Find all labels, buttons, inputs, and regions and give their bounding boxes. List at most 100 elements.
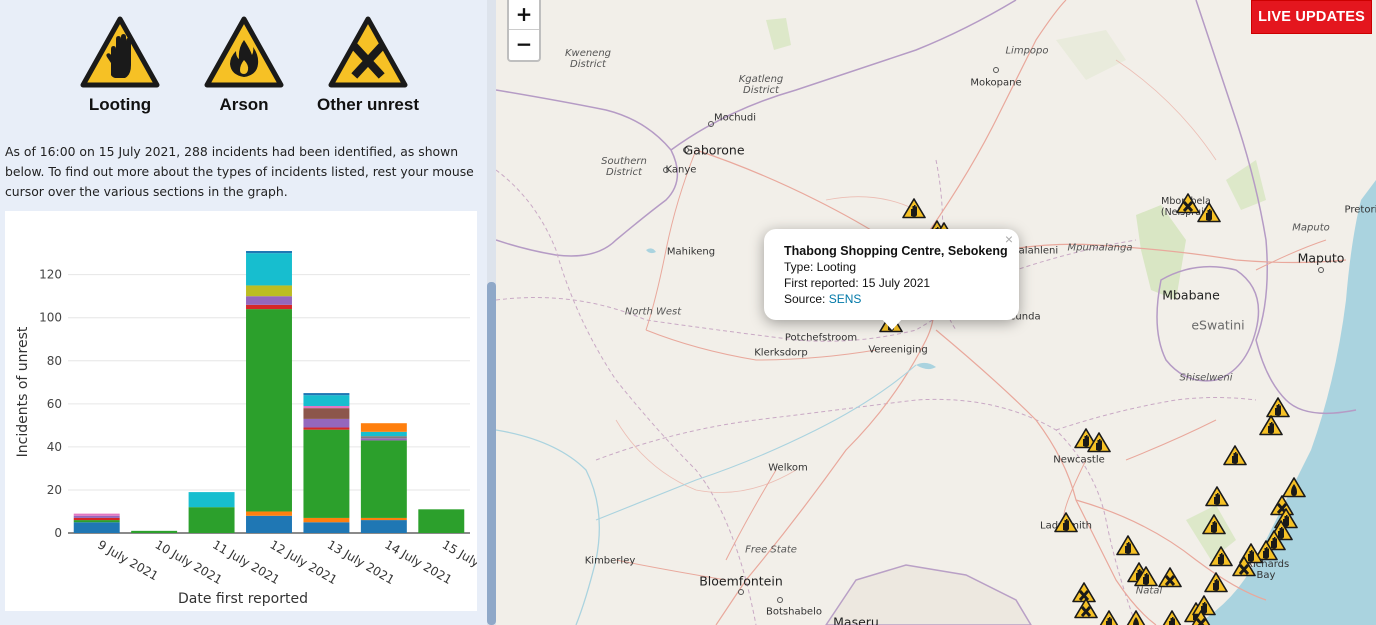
bar-segment[interactable]: [188, 507, 235, 533]
bar-segment[interactable]: [303, 429, 350, 518]
map-label-mahikeng: Mahikeng: [666, 246, 716, 258]
bar-segment[interactable]: [246, 251, 292, 254]
legend-label: Other unrest: [316, 95, 420, 114]
looting-marker-icon[interactable]: [1197, 201, 1221, 228]
map-label-limpopo: Limpopo: [1005, 45, 1049, 57]
map-label-eswatini: eSwatini: [1191, 317, 1245, 333]
bar-segment[interactable]: [131, 530, 178, 533]
map-label-mokopane: Mokopane: [970, 77, 1022, 89]
y-tick-label: 20: [47, 483, 62, 497]
legend-label: Looting: [88, 95, 152, 114]
bar-segment[interactable]: [73, 522, 120, 533]
x-tick-label: 9 July 2021: [95, 537, 160, 583]
live-updates-button[interactable]: LIVE UPDATES: [1251, 0, 1372, 34]
bar-segment[interactable]: [360, 431, 407, 437]
y-tick-label: 80: [47, 354, 62, 368]
map-label-kanye: Kanye: [665, 164, 697, 176]
bar-segment[interactable]: [303, 427, 350, 430]
y-tick-label: 60: [47, 397, 62, 411]
map-label-kimberley: Kimberley: [584, 555, 636, 567]
looting-marker-icon[interactable]: [1259, 414, 1283, 441]
y-tick-label: 120: [39, 268, 62, 282]
bar-segment[interactable]: [188, 492, 235, 508]
bar-segment[interactable]: [360, 438, 407, 441]
incident-bar-chart[interactable]: 0 20 40 60 80 100 120 9 July 2021 10 July 2021 11…: [5, 211, 477, 611]
map-label-vereeniging: Vereeniging: [868, 344, 928, 356]
zoom-in-button[interactable]: +: [509, 0, 539, 29]
map-label-mpumalanga: Mpumalanga: [1067, 242, 1133, 254]
bar-segment[interactable]: [73, 517, 120, 521]
looting-marker-icon[interactable]: [1202, 513, 1226, 540]
bar-segment[interactable]: [303, 405, 350, 409]
map-label-maputo-province: Maputo: [1292, 222, 1330, 234]
bar-segment[interactable]: [360, 436, 407, 439]
popup-title: Thabong Shopping Centre, Sebokeng: [784, 244, 1008, 258]
bar-segment[interactable]: [360, 423, 407, 432]
map-label-kgatleng-district: Kgatleng District: [738, 74, 784, 96]
looting-marker-icon[interactable]: [1134, 565, 1158, 592]
map-label-mbabane: Mbabane: [1162, 287, 1220, 303]
looting-marker-icon[interactable]: [1116, 534, 1140, 561]
bar-segment[interactable]: [303, 393, 350, 396]
map-label-maseru: Maseru: [833, 614, 879, 625]
bar-segment[interactable]: [246, 296, 292, 305]
y-axis-title: Incidents of unrest: [15, 326, 31, 457]
other-unrest-marker-icon[interactable]: [1189, 609, 1213, 625]
incident-popup: × Thabong Shopping Centre, Sebokeng Type…: [764, 229, 1019, 330]
bar-segment[interactable]: [303, 418, 350, 428]
other-unrest-marker-icon[interactable]: [1232, 555, 1256, 582]
looting-marker-icon[interactable]: [1054, 511, 1078, 538]
looting-marker-icon[interactable]: [1160, 609, 1184, 625]
bar-segment[interactable]: [360, 440, 407, 518]
legend-other-unrest: Other unrest: [313, 15, 423, 115]
map-label-bloemfontein: Bloemfontein: [699, 573, 783, 589]
map-label-free-state: Free State: [745, 544, 797, 556]
zoom-control: + −: [507, 0, 541, 62]
bar-segment[interactable]: [73, 513, 120, 516]
map-label-botshabelo: Botshabelo: [766, 606, 822, 618]
bar-segment[interactable]: [360, 520, 407, 533]
legend-looting: Looting: [65, 15, 175, 115]
bar-segment[interactable]: [246, 309, 292, 512]
zoom-out-button[interactable]: −: [509, 29, 539, 59]
popup-tip: [881, 318, 903, 330]
bar-segment[interactable]: [73, 515, 120, 518]
bar-segment[interactable]: [418, 509, 465, 533]
other-unrest-marker-icon[interactable]: [1158, 566, 1182, 593]
map-label-klerksdorp: Klerksdorp: [754, 347, 808, 359]
map-label-pretoria: Pretoria: [1344, 204, 1376, 216]
looting-marker-icon[interactable]: [1223, 444, 1247, 471]
y-tick-label: 0: [54, 526, 62, 540]
bar-segment[interactable]: [246, 285, 292, 297]
map-label-kweneng-district: Kweneng District: [564, 48, 612, 70]
bar-segment[interactable]: [303, 522, 350, 533]
panel-scrollbar-thumb[interactable]: [487, 282, 496, 625]
bar-segment[interactable]: [303, 517, 350, 523]
incident-map[interactable]: Gaborone Mochudi Kanye Mahikeng Mokopane…: [496, 0, 1376, 625]
popup-type: Type: Looting: [784, 260, 857, 274]
bar-segment[interactable]: [303, 408, 350, 419]
looting-marker-icon[interactable]: [1087, 431, 1111, 458]
bar-segment[interactable]: [246, 515, 292, 533]
looting-marker-icon[interactable]: [1209, 545, 1233, 572]
cross-icon: [328, 16, 408, 88]
popup-source-link[interactable]: SENS: [829, 292, 862, 306]
bar-segment[interactable]: [246, 253, 292, 286]
popup-reported: First reported: 15 July 2021: [784, 276, 931, 290]
arson-marker-icon[interactable]: [1124, 609, 1148, 625]
other-unrest-marker-icon[interactable]: [1074, 597, 1098, 624]
bar-segment[interactable]: [246, 511, 292, 516]
looting-marker-icon[interactable]: [1205, 485, 1229, 512]
looting-marker-icon[interactable]: [1097, 609, 1121, 625]
chart-svg[interactable]: 0204060801001209 July 202110 July 202111…: [5, 211, 477, 611]
bar-segment[interactable]: [246, 304, 292, 310]
map-label-mochudi: Mochudi: [713, 112, 757, 124]
popup-source: Source: SENS: [784, 291, 1008, 307]
bar-segment[interactable]: [303, 395, 350, 406]
bar-segment[interactable]: [73, 520, 120, 523]
bar-segment[interactable]: [360, 517, 407, 521]
looting-marker-icon[interactable]: [902, 197, 926, 224]
popup-source-prefix: Source:: [784, 292, 829, 306]
map-label-gaborone: Gaborone: [683, 142, 745, 158]
x-axis-title: Date first reported: [178, 591, 308, 607]
